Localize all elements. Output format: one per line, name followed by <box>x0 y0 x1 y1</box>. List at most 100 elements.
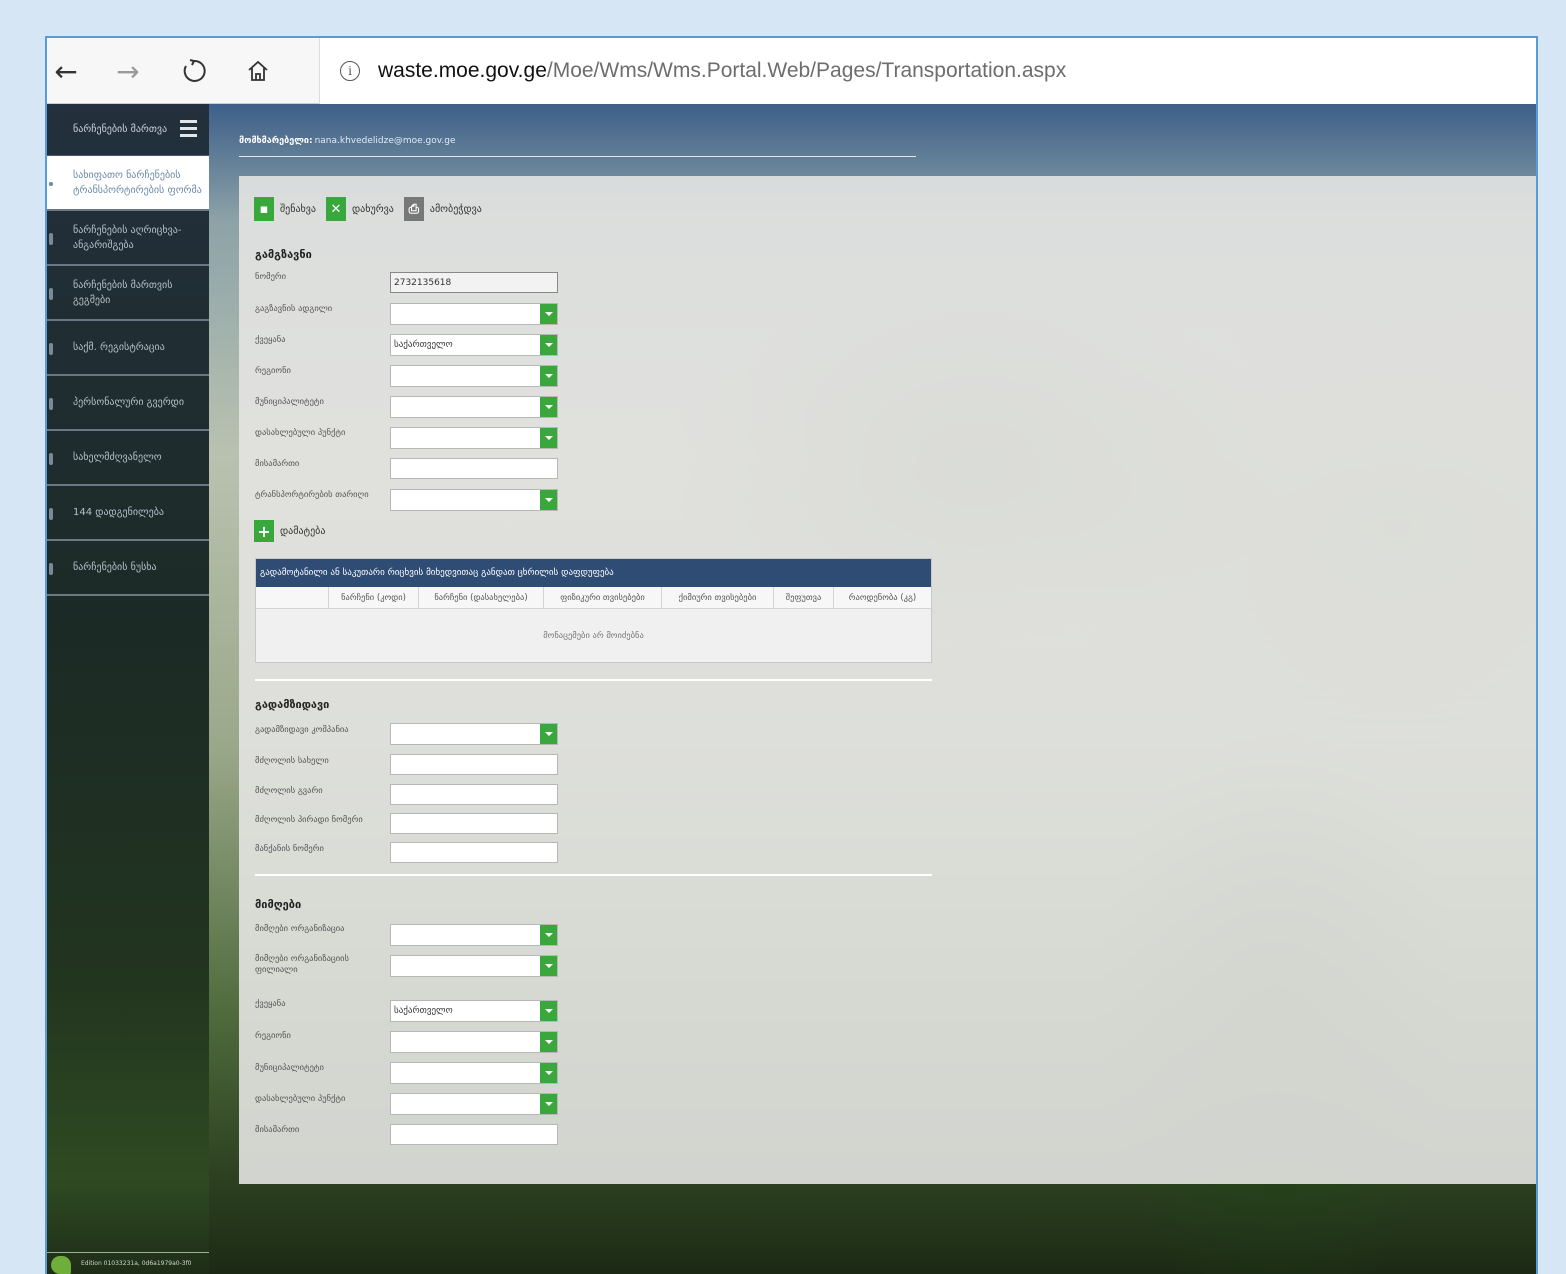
forward-icon[interactable]: → <box>109 52 147 90</box>
grid-title: გადამოტანილი ან საკუთარი რიცხვის მიხედვი… <box>256 559 931 587</box>
leaf-logo-icon <box>51 1256 71 1274</box>
refresh-icon[interactable] <box>175 52 213 90</box>
grid-empty-message: მონაცემები არ მოიძებნა <box>543 630 644 641</box>
save-button[interactable]: ▪ შენახვა <box>254 197 316 221</box>
chevron-down-icon[interactable] <box>540 1032 557 1052</box>
grid-header-cell <box>256 587 329 608</box>
receiver-address-field[interactable] <box>390 1124 558 1145</box>
country-select[interactable]: საქართველო <box>390 334 558 356</box>
region-select[interactable] <box>390 365 558 387</box>
address-field[interactable] <box>390 458 558 479</box>
pencil-icon <box>49 343 53 355</box>
bullet-icon <box>49 288 53 300</box>
carrier-section-title: გადამზიდავი <box>255 698 330 711</box>
chevron-down-icon[interactable] <box>540 304 557 324</box>
municipality-select[interactable] <box>390 396 558 418</box>
sidebar-footer: Edition 01033231a, 0d6a1979a0-3f0 <box>47 1252 209 1274</box>
pencil-icon <box>49 563 53 575</box>
region-label: რეგიონი <box>255 366 291 376</box>
driver-surname-label: მძღოლის გვარი <box>255 786 323 796</box>
sidebar-item-profile[interactable]: პერსონალური გვერდი <box>47 376 209 431</box>
waste-grid: გადამოტანილი ან საკუთარი რიცხვის მიხედვი… <box>255 558 932 663</box>
chevron-down-icon[interactable] <box>540 956 557 976</box>
close-icon: ✕ <box>326 197 346 221</box>
add-waste-button[interactable]: + დამატება <box>254 520 325 542</box>
sidebar-item-resolution-144[interactable]: 144 დადგენილება <box>47 486 209 541</box>
address-bar[interactable]: i waste.moe.gov.ge/Moe/Wms/Wms.Portal.We… <box>319 38 1536 104</box>
url-text: waste.moe.gov.ge/Moe/Wms/Wms.Portal.Web/… <box>378 59 1067 82</box>
transport-form: ▪ შენახვა ✕ დახურვა ⎙ ამობეჭდვა გამგზავნ… <box>239 176 1536 1184</box>
receiver-branch-select[interactable] <box>390 955 558 977</box>
receiver-org-select[interactable] <box>390 924 558 946</box>
sidebar: ნარჩენების მართვა სახიფათო ნარჩენების ტრ… <box>47 104 209 1274</box>
receiver-country-select[interactable]: საქართველო <box>390 1000 558 1022</box>
transport-date-select[interactable] <box>390 489 558 511</box>
grid-header-cell[interactable]: ნარჩენი (კოდი) <box>329 587 419 608</box>
chevron-down-icon[interactable] <box>540 490 557 510</box>
sidebar-item-accounting[interactable]: ნარჩენების აღრიცხვა-ანგარიშგება <box>47 211 209 266</box>
chevron-down-icon[interactable] <box>540 724 557 744</box>
sender-section-title: გამგზავნი <box>255 248 312 261</box>
receiver-region-select[interactable] <box>390 1031 558 1053</box>
chevron-down-icon[interactable] <box>540 1094 557 1114</box>
municipality-label: მუნიციპალიტეტი <box>255 397 324 407</box>
send-place-label: გაგზავნის ადგილი <box>255 304 333 314</box>
receiver-address-label: მისამართი <box>255 1125 300 1135</box>
receiver-settlement-select[interactable] <box>390 1093 558 1115</box>
bullet-icon <box>49 182 53 186</box>
pencil-icon <box>49 453 53 465</box>
carrier-company-label: გადამზიდავი კომპანია <box>255 725 349 735</box>
grid-header-cell[interactable]: რაოდენობა (კგ) <box>834 587 931 608</box>
chevron-down-icon[interactable] <box>540 397 557 417</box>
chevron-down-icon[interactable] <box>540 335 557 355</box>
driver-surname-field[interactable] <box>390 784 558 805</box>
sidebar-item-transport-form[interactable]: სახიფათო ნარჩენების ტრანსპორტირების ფორმ… <box>47 156 209 211</box>
menu-icon[interactable] <box>180 120 197 140</box>
country-label: ქვეყანა <box>255 335 286 345</box>
print-icon: ⎙ <box>403 197 424 221</box>
user-icon <box>49 398 53 410</box>
info-icon[interactable]: i <box>340 61 360 81</box>
chevron-down-icon[interactable] <box>540 428 557 448</box>
back-icon[interactable]: ← <box>47 52 85 90</box>
user-info: მომხმარებელი: nana.khvedelidze@moe.gov.g… <box>239 126 916 157</box>
page-content: ნარჩენების მართვა სახიფათო ნარჩენების ტრ… <box>47 104 1536 1274</box>
grid-header-cell[interactable]: ნარჩენი (დასახელება) <box>419 587 544 608</box>
grid-header-cell[interactable]: ფიზიკური თვისებები <box>544 587 662 608</box>
browser-toolbar: ← → i waste.moe.gov.ge/Moe/Wms/Wms.Porta… <box>47 38 1536 104</box>
receiver-municipality-select[interactable] <box>390 1062 558 1084</box>
plus-icon: + <box>254 520 274 542</box>
chevron-down-icon[interactable] <box>540 925 557 945</box>
grid-header-row: ნარჩენი (კოდი) ნარჩენი (დასახელება) ფიზი… <box>256 587 931 609</box>
chevron-down-icon[interactable] <box>540 1063 557 1083</box>
receiver-region-label: რეგიონი <box>255 1031 291 1041</box>
section-divider <box>255 874 932 876</box>
driver-id-field[interactable] <box>390 813 558 834</box>
sidebar-item-waste-list[interactable]: ნარჩენების ნუსხა <box>47 541 209 596</box>
transport-date-label: ტრანსპორტირების თარიღი <box>255 490 369 500</box>
number-field[interactable]: 2732135618 <box>390 272 558 293</box>
section-divider <box>255 679 932 681</box>
grid-header-cell[interactable]: ქიმიური თვისებები <box>662 587 774 608</box>
chevron-down-icon[interactable] <box>540 366 557 386</box>
carrier-company-select[interactable] <box>390 723 558 745</box>
sidebar-item-registration[interactable]: საქმ. რეგისტრაცია <box>47 321 209 376</box>
sidebar-item-manual[interactable]: სახელმძღვანელო <box>47 431 209 486</box>
home-icon[interactable] <box>239 52 277 90</box>
grid-header-cell[interactable]: შეფუთვა <box>774 587 834 608</box>
settlement-select[interactable] <box>390 427 558 449</box>
number-label: ნომერი <box>255 272 287 282</box>
send-place-select[interactable] <box>390 303 558 325</box>
vehicle-number-field[interactable] <box>390 842 558 863</box>
address-label: მისამართი <box>255 459 300 469</box>
driver-name-field[interactable] <box>390 754 558 775</box>
chevron-down-icon[interactable] <box>540 1001 557 1021</box>
close-button[interactable]: ✕ დახურვა <box>326 197 394 221</box>
receiver-org-label: მიმღები ორგანიზაცია <box>255 924 345 934</box>
driver-id-label: მძღოლის პირადი ნომერი <box>255 815 363 825</box>
print-button[interactable]: ⎙ ამობეჭდვა <box>403 197 482 221</box>
driver-name-label: მძღოლის სახელი <box>255 756 329 766</box>
sidebar-item-plans[interactable]: ნარჩენების მართვის გეგმები <box>47 266 209 321</box>
receiver-branch-label: მიმღები ორგანიზაციის ფილიალი <box>255 954 349 975</box>
bullet-icon <box>49 233 53 245</box>
